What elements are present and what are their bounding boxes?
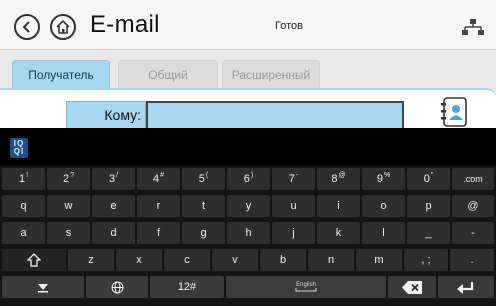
key-dotcom[interactable]: .com — [452, 168, 494, 190]
home-icon — [56, 19, 70, 34]
hide-keyboard-key[interactable] — [2, 276, 84, 298]
to-label: Кому: — [66, 101, 146, 128]
key-w[interactable]: w — [47, 195, 90, 217]
space-key[interactable]: English — [226, 276, 386, 298]
key-l[interactable]: l — [362, 222, 405, 244]
space-bar-icon — [295, 288, 317, 292]
keyboard-toolbar: IQ QI — [0, 128, 496, 166]
key-k[interactable]: k — [317, 222, 360, 244]
letter-row-2: a s d f g h j k l _ - — [0, 222, 496, 246]
key-0[interactable]: 0 " — [407, 168, 450, 190]
key-b[interactable]: b — [260, 249, 306, 271]
key-s[interactable]: s — [47, 222, 90, 244]
key-period[interactable]: . — [450, 249, 494, 271]
letter-row-1: q w e r t y u i o p @ — [0, 195, 496, 219]
key-5[interactable]: 5( — [182, 168, 225, 190]
key-v[interactable]: v — [212, 249, 258, 271]
key-3[interactable]: 3/ — [92, 168, 135, 190]
key-p[interactable]: p — [407, 195, 450, 217]
key-2[interactable]: 2? — [47, 168, 90, 190]
chevron-left-icon — [22, 21, 30, 33]
tab-recipient[interactable]: Получатель — [12, 60, 110, 88]
title-bar: E-mail Готов — [0, 0, 496, 50]
enter-key[interactable] — [438, 276, 494, 298]
on-screen-keyboard: IQ QI 1! 2? 3/ 4 # 5( 6) 7- 8 @ 9% 0 " .com… — [0, 128, 496, 306]
tab-advanced[interactable]: Расширенный — [222, 60, 320, 88]
key-t[interactable]: t — [182, 195, 225, 217]
hide-keyboard-icon — [38, 284, 48, 293]
key-c[interactable]: c — [164, 249, 210, 271]
tab-general[interactable]: Общий — [118, 60, 218, 88]
key-8[interactable]: 8 @ — [317, 168, 360, 190]
network-icon — [462, 19, 484, 35]
key-m[interactable]: m — [356, 249, 402, 271]
enter-icon — [457, 281, 474, 294]
key-y[interactable]: y — [227, 195, 270, 217]
tab-bar: Получатель Общий Расширенный — [0, 60, 496, 88]
language-key[interactable] — [86, 276, 148, 298]
key-4[interactable]: 4 # — [137, 168, 180, 190]
address-book-icon[interactable] — [440, 96, 470, 128]
key-z[interactable]: z — [68, 249, 114, 271]
shift-icon — [27, 253, 41, 267]
number-row: 1! 2? 3/ 4 # 5( 6) 7- 8 @ 9% 0 " .com — [0, 168, 496, 192]
back-button[interactable] — [14, 14, 40, 40]
key-7[interactable]: 7- — [272, 168, 315, 190]
key-9[interactable]: 9% — [362, 168, 405, 190]
key-n[interactable]: n — [308, 249, 354, 271]
home-button[interactable] — [50, 14, 76, 40]
shift-key[interactable] — [2, 249, 66, 271]
key-u[interactable]: u — [272, 195, 315, 217]
key-comma[interactable]: , ; — [404, 249, 448, 271]
key-f[interactable]: f — [137, 222, 180, 244]
status-text: Готов — [275, 20, 303, 32]
page-title: E-mail — [90, 11, 160, 38]
backspace-icon — [402, 280, 422, 294]
key-o[interactable]: o — [362, 195, 405, 217]
key-at[interactable]: @ — [452, 195, 494, 217]
key-underscore[interactable]: _ — [407, 222, 450, 244]
key-i[interactable]: i — [317, 195, 360, 217]
key-1[interactable]: 1! — [2, 168, 45, 190]
key-hyphen[interactable]: - — [452, 222, 494, 244]
key-e[interactable]: e — [92, 195, 135, 217]
key-x[interactable]: x — [116, 249, 162, 271]
to-field[interactable] — [146, 101, 404, 128]
letter-row-3: z x c v b n m , ; . — [0, 249, 496, 273]
globe-icon — [111, 281, 123, 293]
key-d[interactable]: d — [92, 222, 135, 244]
key-r[interactable]: r — [137, 195, 180, 217]
numeric-mode-key[interactable]: 12# — [150, 276, 224, 298]
key-g[interactable]: g — [182, 222, 225, 244]
backspace-key[interactable] — [388, 276, 436, 298]
key-h[interactable]: h — [227, 222, 270, 244]
key-j[interactable]: j — [272, 222, 315, 244]
email-screen: E-mail Готов Получатель Общий Расширенны… — [0, 0, 496, 128]
key-6[interactable]: 6) — [227, 168, 270, 190]
key-q[interactable]: q — [2, 195, 45, 217]
keyboard-bottom-row: 12# English — [0, 276, 496, 300]
input-method-icon[interactable]: IQ QI — [10, 138, 28, 158]
key-a[interactable]: a — [2, 222, 45, 244]
